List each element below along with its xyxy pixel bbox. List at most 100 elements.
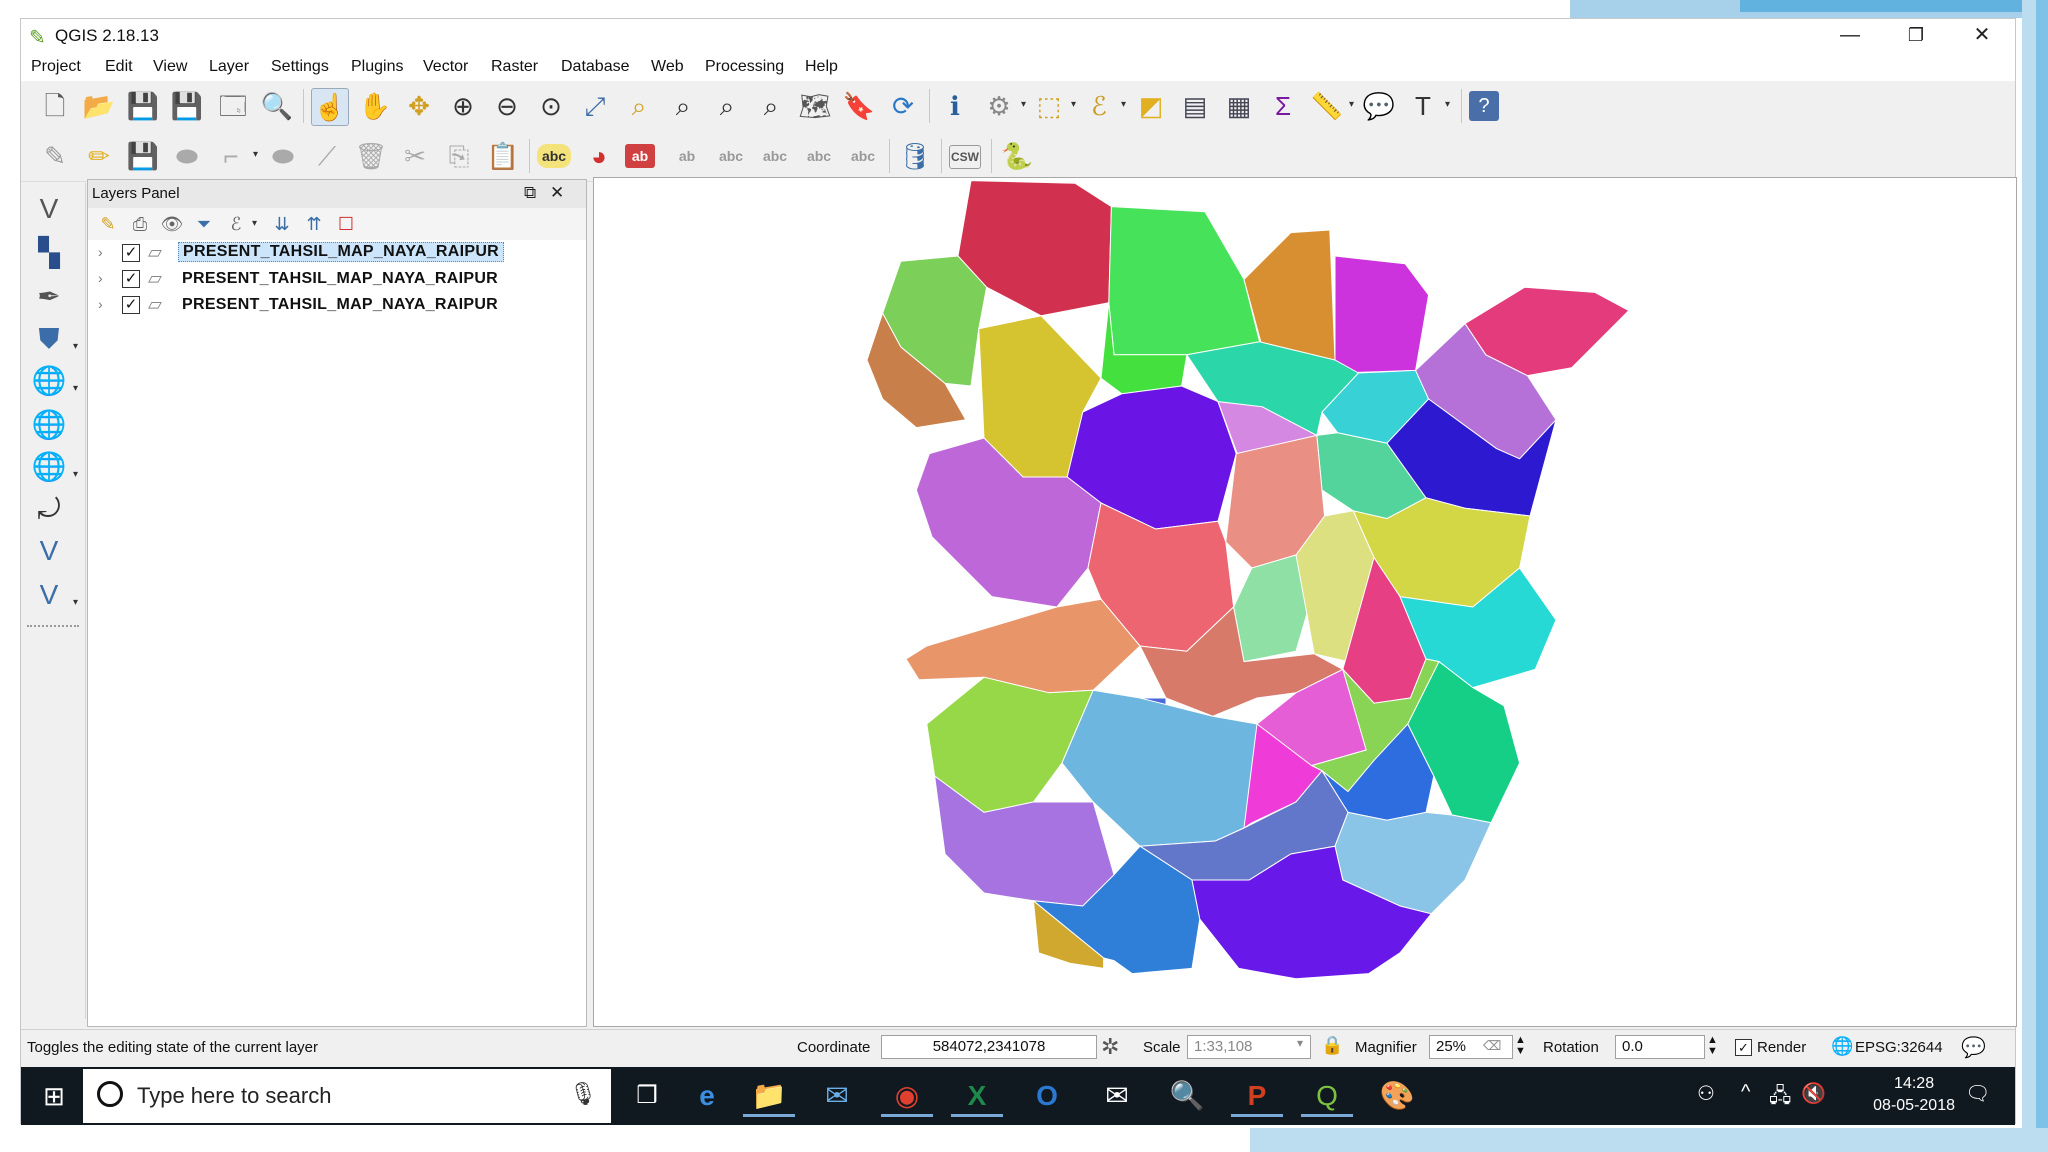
close-button[interactable]: ✕ <box>1949 19 2015 53</box>
expand-all-icon[interactable]: ⇊ <box>270 212 294 236</box>
add-virtual-layer-icon[interactable]: ⤾ <box>29 489 69 529</box>
qgis-taskbar-icon[interactable]: Q <box>1301 1075 1353 1117</box>
composer-manager-icon[interactable]: 🔍 <box>259 88 295 124</box>
move-label-icon[interactable]: abc <box>757 138 793 174</box>
save-layer-edits-icon[interactable]: 💾 <box>125 138 161 174</box>
pin-labels-icon[interactable]: ab <box>669 138 705 174</box>
menu-layer[interactable]: Layer <box>209 53 249 81</box>
task-view-icon[interactable]: ❒ <box>621 1075 673 1117</box>
add-wcs-layer-icon[interactable]: 🌐 <box>29 405 69 445</box>
action-center-icon[interactable]: 🗨 <box>1965 1081 1990 1106</box>
layer-row[interactable]: › ✓ ▱ PRESENT_TAHSIL_MAP_NAYA_RAIPUR <box>88 292 586 318</box>
zoom-full-icon[interactable]: ⤢ <box>577 88 613 124</box>
filter-by-expression-icon[interactable]: ℰ <box>224 212 248 236</box>
menu-plugins[interactable]: Plugins <box>351 53 403 81</box>
open-layer-styling-icon[interactable]: ✎ <box>96 212 120 236</box>
chevron-down-icon[interactable]: ▾ <box>1445 100 1453 110</box>
zoom-last-icon[interactable]: ⌕ <box>709 88 745 124</box>
layer-diagram-icon[interactable]: ◕ <box>581 138 617 174</box>
chevron-down-icon[interactable]: ▾ <box>73 342 81 352</box>
menu-help[interactable]: Help <box>805 53 838 81</box>
menu-database[interactable]: Database <box>561 53 630 81</box>
attribute-table-icon[interactable]: ▤ <box>1177 88 1213 124</box>
tahsil-polygon[interactable] <box>1334 255 1430 374</box>
tahsil-polygon[interactable] <box>905 598 1141 694</box>
menu-view[interactable]: View <box>153 53 187 81</box>
lock-scale-icon[interactable]: 🔒 <box>1321 1035 1343 1056</box>
zoom-to-selection-icon[interactable]: ⌕ <box>621 88 657 124</box>
chevron-down-icon[interactable]: ▾ <box>1349 100 1357 110</box>
expand-arrow-icon[interactable]: › <box>98 244 103 260</box>
copy-features-icon[interactable]: ⎘ <box>441 138 477 174</box>
rotation-field[interactable]: 0.0 <box>1615 1035 1705 1059</box>
render-checkbox[interactable]: ✓ <box>1735 1039 1752 1056</box>
add-wms-layer-icon[interactable]: 🌐 <box>29 361 69 401</box>
add-delimited-text-icon[interactable]: ✒ <box>29 277 69 317</box>
open-project-icon[interactable]: 📂 <box>81 88 117 124</box>
layer-labeling-icon[interactable]: abc <box>537 144 571 168</box>
chevron-down-icon[interactable]: ▾ <box>73 598 81 608</box>
chevron-down-icon[interactable]: ▾ <box>1121 100 1129 110</box>
new-shapefile-layer-icon[interactable]: V <box>29 531 69 571</box>
microphone-icon[interactable]: 🎙 <box>569 1081 597 1107</box>
zoom-to-layer-icon[interactable]: ⌕ <box>665 88 701 124</box>
show-hide-labels-icon[interactable]: abc <box>713 138 749 174</box>
digitize-icon[interactable]: ⟋ <box>309 138 345 174</box>
save-project-icon[interactable]: 💾 <box>125 88 161 124</box>
chrome-icon[interactable]: ◉ <box>881 1075 933 1117</box>
chevron-down-icon[interactable]: ▾ <box>73 384 81 394</box>
menu-settings[interactable]: Settings <box>271 53 329 81</box>
scale-dropdown-icon[interactable]: ▾ <box>1297 1036 1303 1050</box>
manage-map-themes-icon[interactable]: 👁 <box>160 212 184 236</box>
show-hidden-icons-icon[interactable]: ^ <box>1741 1081 1750 1104</box>
volume-muted-icon[interactable]: 🔇 <box>1801 1081 1826 1106</box>
messages-icon[interactable]: 💬 <box>1961 1035 1986 1060</box>
change-label-icon[interactable]: abc <box>845 138 881 174</box>
add-raster-layer-icon[interactable]: ▚ <box>29 233 69 273</box>
taskbar-search-box[interactable]: Type here to search 🎙 <box>83 1069 611 1123</box>
current-edits-icon[interactable]: ✎ <box>37 138 73 174</box>
deselect-features-icon[interactable]: ◩ <box>1133 88 1169 124</box>
expand-arrow-icon[interactable]: › <box>98 270 103 286</box>
remove-layer-icon[interactable]: ☐ <box>334 212 358 236</box>
highlight-pinned-labels-icon[interactable]: ab <box>625 144 655 168</box>
select-by-value-icon[interactable]: ℰ <box>1081 88 1117 124</box>
measure-line-icon[interactable]: 📏 <box>1309 88 1345 124</box>
zoom-in-icon[interactable]: ⊕ <box>445 88 481 124</box>
new-temporary-layer-icon[interactable]: V <box>29 575 69 615</box>
zoom-native-icon[interactable]: ⊙ <box>533 88 569 124</box>
layer-visibility-checkbox[interactable]: ✓ <box>122 270 140 288</box>
chevron-down-icon[interactable]: ▾ <box>252 219 260 229</box>
paint-icon[interactable]: 🎨 <box>1371 1075 1423 1117</box>
python-console-icon[interactable]: 🐍 <box>999 138 1035 174</box>
minimize-button[interactable]: — <box>1817 19 1883 53</box>
map-tips-icon[interactable]: 💬 <box>1361 88 1397 124</box>
restore-button[interactable]: ❐ <box>1883 19 1949 53</box>
close-panel-icon[interactable]: ✕ <box>550 183 564 203</box>
layer-visibility-checkbox[interactable]: ✓ <box>122 296 140 314</box>
scale-field[interactable]: 1:33,108 <box>1187 1035 1311 1059</box>
chevron-down-icon[interactable]: ▾ <box>1021 100 1029 110</box>
touch-zoom-pan-icon[interactable]: ☝ <box>311 88 349 126</box>
layer-row[interactable]: › ✓ ▱ PRESENT_TAHSIL_MAP_NAYA_RAIPUR <box>88 240 586 266</box>
run-feature-action-icon[interactable]: ⚙ <box>981 88 1017 124</box>
system-clock[interactable]: 14:28 08-05-2018 <box>1873 1073 1955 1117</box>
people-icon[interactable]: ⚇ <box>1697 1081 1715 1106</box>
add-group-icon[interactable]: ⎙ <box>128 212 152 236</box>
delete-selected-icon[interactable]: 🗑 <box>353 138 389 174</box>
paste-features-icon[interactable]: 📋 <box>485 138 521 174</box>
db-manager-icon[interactable]: 🛢 <box>897 138 933 174</box>
spinner-icon[interactable]: ▲ ▼ <box>1707 1035 1718 1057</box>
mail-icon[interactable]: ✉ <box>1091 1075 1143 1117</box>
add-spatialite-layer-icon[interactable]: ⛊ <box>29 319 69 359</box>
tahsil-map[interactable] <box>594 178 2016 1026</box>
text-annotation-icon[interactable]: T <box>1405 88 1441 124</box>
cut-features-icon[interactable]: ✂ <box>397 138 433 174</box>
select-features-icon[interactable]: ⬚ <box>1031 88 1067 124</box>
menu-processing[interactable]: Processing <box>705 53 784 81</box>
refresh-icon[interactable]: ⟳ <box>885 88 921 124</box>
new-map-view-icon[interactable]: 🗺 <box>797 88 833 124</box>
excel-icon[interactable]: X <box>951 1075 1003 1117</box>
menu-vector[interactable]: Vector <box>423 53 468 81</box>
help-icon[interactable]: ? <box>1469 91 1499 121</box>
